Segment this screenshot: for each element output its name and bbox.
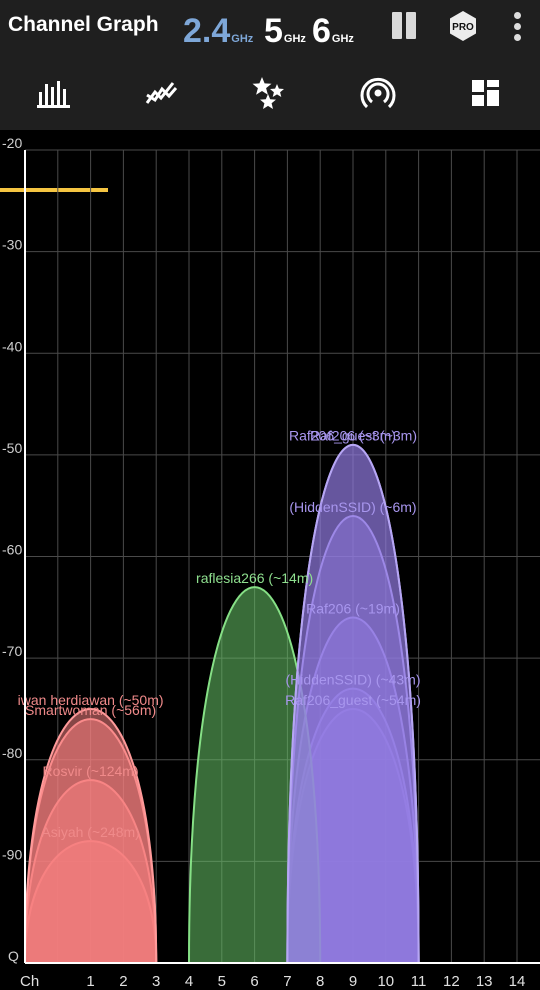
band-unit: GHz bbox=[231, 33, 254, 45]
band-value: 6 bbox=[312, 12, 331, 50]
dashboard-grid-icon bbox=[472, 80, 499, 106]
network-label: Rosvir (~124m) bbox=[43, 763, 139, 779]
pause-icon bbox=[406, 12, 416, 39]
y-tick-label: -70 bbox=[2, 643, 22, 659]
tab-time-graph[interactable] bbox=[108, 62, 216, 130]
x-tick-label: 1 bbox=[86, 973, 94, 990]
overflow-menu-button[interactable] bbox=[512, 12, 524, 42]
access-point-icon bbox=[360, 77, 396, 109]
tab-channel-graph[interactable] bbox=[0, 62, 108, 130]
tab-bar bbox=[0, 62, 540, 192]
band-value: 2.4 bbox=[183, 12, 231, 50]
x-tick-label: 2 bbox=[119, 973, 127, 990]
y-tick-label: -40 bbox=[2, 338, 22, 354]
y-tick-label: -80 bbox=[2, 745, 22, 761]
x-tick-label: 3 bbox=[152, 973, 160, 990]
band-value: 5 bbox=[264, 12, 283, 50]
bar-chart-icon bbox=[37, 81, 70, 108]
network-label: Raf206_guest (~54m) bbox=[285, 692, 421, 708]
top-app-bar: Channel Graph 2.4GHz 5GHz 6GHz PRO bbox=[0, 0, 540, 62]
tab-channel-rating[interactable] bbox=[216, 62, 324, 130]
more-vert-icon bbox=[514, 23, 521, 30]
more-vert-icon bbox=[514, 12, 521, 19]
x-tick-label: 6 bbox=[250, 973, 258, 990]
app-title: Channel Graph bbox=[8, 13, 159, 36]
band-2-4ghz-button[interactable]: 2.4GHz bbox=[183, 12, 254, 50]
more-vert-icon bbox=[514, 34, 521, 41]
x-tick-label: 11 bbox=[411, 973, 427, 990]
network-label: Asiyah (~248m) bbox=[41, 824, 139, 840]
x-tick-label: 7 bbox=[283, 973, 291, 990]
y-tick-label: -60 bbox=[2, 542, 22, 558]
y-bottom-label: Q bbox=[8, 948, 19, 964]
x-tick-label: 12 bbox=[443, 973, 460, 990]
x-tick-label: 8 bbox=[316, 973, 324, 990]
pause-icon bbox=[392, 12, 402, 39]
pro-label: PRO bbox=[452, 22, 474, 33]
x-axis-label: Ch bbox=[20, 973, 39, 990]
band-5ghz-button[interactable]: 5GHz bbox=[264, 12, 306, 50]
network-label: Smartwoman (~56m) bbox=[25, 702, 156, 718]
pro-badge-icon: PRO bbox=[450, 11, 476, 41]
y-tick-label: -50 bbox=[2, 440, 22, 456]
network-label: raflesia266 (~14m) bbox=[196, 570, 313, 586]
network-label: Raf206_guest (~3m) bbox=[289, 428, 417, 444]
network-label: (HiddenSSID) (~43m) bbox=[286, 672, 421, 688]
y-tick-label: -20 bbox=[2, 135, 22, 151]
band-6ghz-button[interactable]: 6GHz bbox=[312, 12, 354, 50]
y-tick-label: -30 bbox=[2, 237, 22, 253]
channel-graph-chart: iwan herdiawan (~50m)Smartwoman (~56m)Ro… bbox=[2, 135, 540, 990]
tab-access-points[interactable] bbox=[324, 62, 432, 130]
pro-button[interactable]: PRO bbox=[446, 9, 480, 43]
band-unit: GHz bbox=[331, 33, 354, 45]
x-tick-label: 5 bbox=[218, 973, 226, 990]
x-tick-label: 13 bbox=[476, 973, 493, 990]
time-graph-icon bbox=[145, 82, 178, 104]
x-tick-label: 9 bbox=[349, 973, 357, 990]
x-tick-label: 14 bbox=[509, 973, 526, 990]
band-unit: GHz bbox=[283, 33, 306, 45]
network-label: (HiddenSSID) (~6m) bbox=[289, 499, 416, 515]
y-tick-label: -90 bbox=[2, 846, 22, 862]
network-label: Raf206 (~19m) bbox=[306, 600, 400, 616]
x-tick-label: 10 bbox=[377, 973, 394, 990]
tab-dashboard[interactable] bbox=[432, 62, 540, 130]
stars-rating-icon bbox=[252, 77, 284, 109]
x-tick-label: 4 bbox=[185, 973, 193, 990]
pause-button[interactable] bbox=[391, 12, 419, 40]
